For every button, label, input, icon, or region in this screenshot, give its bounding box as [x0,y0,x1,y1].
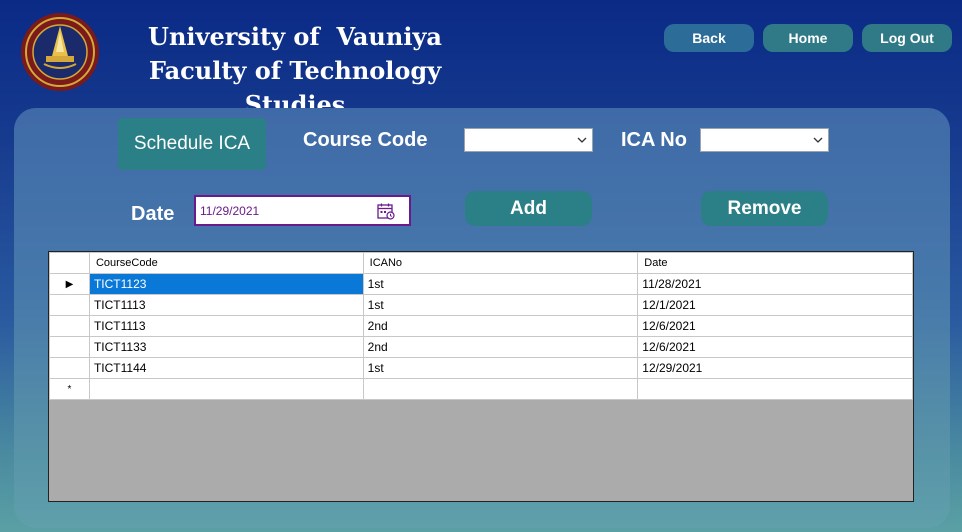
date-picker[interactable]: 11/29/2021 [194,195,411,226]
ica-table: CourseCode ICANo Date ▶ TICT1123 1st 11/… [49,252,913,400]
table-row[interactable]: TICT1144 1st 12/29/2021 [49,357,913,379]
table-header-row: CourseCode ICANo Date [49,252,913,274]
header: University of Vauniya Faculty of Technol… [0,0,962,119]
column-header-icano[interactable]: ICANo [362,252,639,274]
table-row[interactable]: TICT1133 2nd 12/6/2021 [49,336,913,358]
cell-icano[interactable] [362,378,639,400]
ica-no-select[interactable] [700,128,829,152]
chevron-down-icon [577,137,587,143]
row-header[interactable] [49,357,90,379]
table-row[interactable]: TICT1113 2nd 12/6/2021 [49,315,913,337]
cell-icano[interactable]: 1st [362,357,639,379]
add-button[interactable]: Add [465,191,592,226]
logout-button[interactable]: Log Out [862,24,952,52]
new-row-marker-icon[interactable]: * [49,378,90,400]
schedule-ica-label: Schedule ICA [118,118,266,170]
column-header-coursecode[interactable]: CourseCode [88,252,364,274]
cell-icano[interactable]: 1st [362,273,639,295]
remove-button[interactable]: Remove [701,191,828,226]
course-code-select[interactable] [464,128,593,152]
cell-date[interactable]: 12/1/2021 [637,294,913,316]
university-logo [21,13,99,91]
column-header-date[interactable]: Date [637,252,913,274]
cell-coursecode[interactable]: TICT1144 [88,357,364,379]
ica-data-grid[interactable]: CourseCode ICANo Date ▶ TICT1123 1st 11/… [48,251,914,502]
cell-date[interactable] [637,378,913,400]
row-header[interactable] [49,315,90,337]
row-header[interactable] [49,294,90,316]
cell-date[interactable]: 12/6/2021 [637,315,913,337]
back-button[interactable]: Back [664,24,754,52]
chevron-down-icon [813,137,823,143]
ica-no-label: ICA No [621,129,687,151]
date-label: Date [131,203,175,225]
cell-icano[interactable]: 1st [362,294,639,316]
cell-icano[interactable]: 2nd [362,315,639,337]
cell-date[interactable]: 12/29/2021 [637,357,913,379]
cell-coursecode[interactable]: TICT1123 [88,273,364,295]
current-row-indicator-icon[interactable]: ▶ [49,273,90,295]
date-value: 11/29/2021 [200,204,260,218]
table-row[interactable]: ▶ TICT1123 1st 11/28/2021 [49,273,913,295]
table-row[interactable]: TICT1113 1st 12/1/2021 [49,294,913,316]
row-header[interactable] [49,336,90,358]
cell-date[interactable]: 11/28/2021 [637,273,913,295]
cell-coursecode[interactable]: TICT1113 [88,294,364,316]
cell-coursecode[interactable] [88,378,364,400]
title-university: University of Vauniya [148,22,442,51]
calendar-icon[interactable] [377,203,395,220]
page-title: University of Vauniya Faculty of Technol… [105,20,485,122]
new-row[interactable]: * [49,378,913,400]
home-button[interactable]: Home [763,24,853,52]
course-code-label: Course Code [303,129,428,151]
cell-coursecode[interactable]: TICT1133 [88,336,364,358]
cell-date[interactable]: 12/6/2021 [637,336,913,358]
cell-icano[interactable]: 2nd [362,336,639,358]
row-header-corner [49,252,90,274]
cell-coursecode[interactable]: TICT1113 [88,315,364,337]
